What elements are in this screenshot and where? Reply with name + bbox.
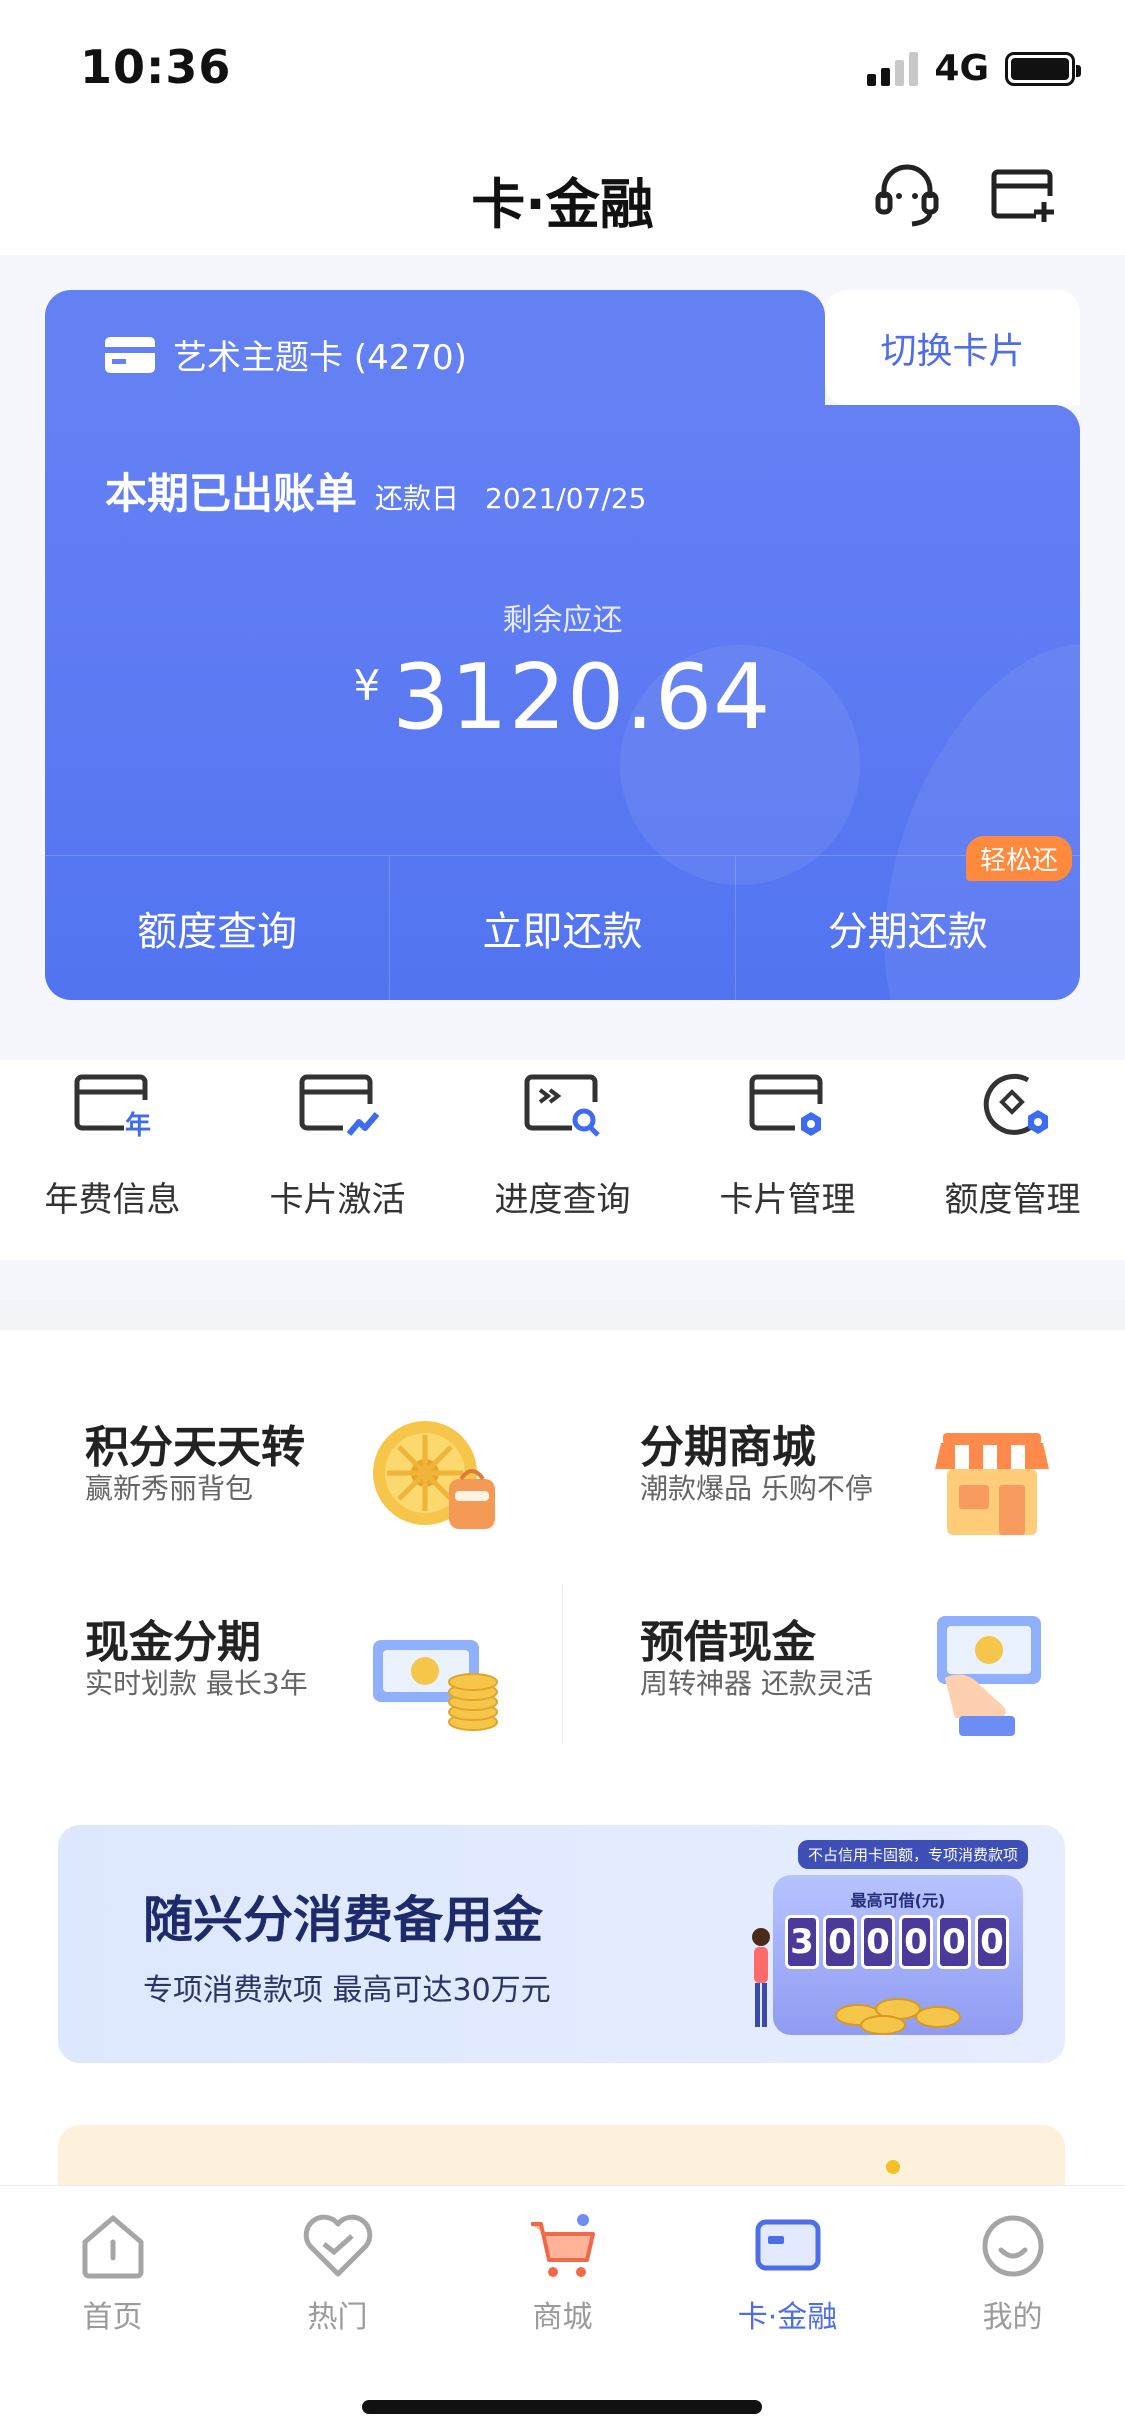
card-actions: 额度查询 立即还款 分期还款 轻松还: [45, 836, 1080, 1000]
quick-progress-query[interactable]: 进度查询: [450, 1060, 675, 1260]
home-icon: [82, 2215, 143, 2279]
card-tab: 艺术主题卡 (4270): [45, 290, 825, 420]
nav-bar: 卡·金融: [0, 130, 1125, 255]
quick-card-manage[interactable]: 卡片管理: [675, 1060, 900, 1260]
home-indicator: [362, 2400, 762, 2414]
heart-icon: [303, 2214, 372, 2277]
remaining-label: 剩余应还: [502, 603, 623, 638]
service-points-spin[interactable]: 积分天天转 赢新秀丽背包: [0, 1325, 562, 1529]
bill-summary: 本期已出账单 还款日 2021/07/25 剩余应还 ¥3120.64 额度查询…: [45, 405, 1080, 1000]
amount-value: 3120.64: [392, 645, 772, 750]
card-name: 艺术主题卡 (4270): [173, 338, 467, 378]
bill-header: 本期已出账单 还款日 2021/07/25: [105, 460, 646, 521]
card-selector[interactable]: 艺术主题卡 (4270): [105, 330, 467, 379]
hand-cash-icon: [937, 1616, 1041, 1736]
card-finance-icon: [755, 2219, 820, 2271]
tab-card-finance[interactable]: 卡·金融: [675, 2206, 900, 2336]
switch-card-button[interactable]: 切换卡片: [825, 290, 1080, 405]
add-card-icon[interactable]: [988, 160, 1058, 230]
limit-manage-icon: [983, 1073, 1048, 1135]
headset-icon[interactable]: [872, 160, 942, 230]
banner-title: 随兴分消费备用金: [143, 1891, 543, 1949]
quick-annual-fee[interactable]: 年 年费信息: [0, 1060, 225, 1260]
currency-symbol: ¥: [353, 661, 381, 710]
annual-fee-icon: 年: [74, 1074, 151, 1141]
tab-profile[interactable]: 我的: [900, 2206, 1125, 2336]
remaining-amount: ¥3120.64: [45, 645, 1080, 750]
bill-title: 本期已出账单: [105, 469, 358, 518]
card-activate-icon: [299, 1074, 379, 1136]
credit-card-icon: [105, 336, 155, 373]
coins-icon: [835, 1998, 961, 2035]
signal-icon: [867, 51, 919, 86]
due-label: 还款日: [375, 482, 460, 515]
cash-coins-icon: [373, 1640, 498, 1731]
repay-now-button[interactable]: 立即还款: [389, 856, 734, 1000]
quick-limit-manage[interactable]: 额度管理: [900, 1060, 1125, 1260]
services-divider: [562, 1585, 563, 1745]
quick-card-activate[interactable]: 卡片激活: [225, 1060, 450, 1260]
service-installment-mall[interactable]: 分期商城 潮款爆品 乐购不停: [555, 1325, 1117, 1535]
status-time: 10:36: [80, 40, 232, 94]
banner-subtitle: 专项消费款项 最高可达30万元: [143, 1973, 551, 2008]
limit-query-button[interactable]: 额度查询: [45, 856, 389, 1000]
tab-mall[interactable]: 商城: [450, 2206, 675, 2336]
due-date: 2021/07/25: [485, 482, 647, 515]
loan-machine-illustration: 不占信用卡固额，专项消费款项 最高可借(元) 3 0 0 0 0 0: [718, 1835, 1029, 2055]
quick-actions: 年 年费信息 卡片激活 进度查询 卡片管理 额度管理: [0, 1060, 1125, 1260]
progress-search-icon: [524, 1074, 600, 1137]
tab-home[interactable]: 首页: [0, 2206, 225, 2336]
card-manage-icon: [749, 1074, 822, 1136]
cart-icon: [530, 2214, 595, 2277]
digit-counter: 3 0 0 0 0 0: [785, 1915, 1009, 1969]
girl-figure-icon: [752, 1928, 770, 2027]
status-bar: 10:36 4G: [0, 0, 1125, 130]
easy-repay-badge: 轻松还: [965, 836, 1072, 881]
tab-bar: 首页 热门 商城 卡·金融 我的: [0, 2185, 1125, 2436]
service-cash-installment[interactable]: 现金分期 实时划款 最长3年: [0, 1520, 562, 1731]
svg-text:年: 年: [124, 1110, 150, 1141]
tab-hot[interactable]: 热门: [225, 2206, 450, 2336]
page-title: 卡·金融: [471, 173, 654, 236]
machine-label: 最高可借(元): [850, 1891, 946, 1910]
profile-icon: [982, 2215, 1043, 2277]
installment-repay-button[interactable]: 分期还款 轻松还: [734, 836, 1080, 1000]
network-type: 4G: [934, 48, 989, 89]
machine-tag: 不占信用卡固额，专项消费款项: [798, 1840, 1029, 1869]
credit-card-panel: 艺术主题卡 (4270) 切换卡片 本期已出账单 还款日 2021/07/25 …: [45, 290, 1080, 1000]
status-indicators: 4G: [867, 48, 1081, 89]
promo-banner[interactable]: 随兴分消费备用金 专项消费款项 最高可达30万元 不占信用卡固额，专项消费款项 …: [58, 1825, 1065, 2063]
service-cash-advance[interactable]: 预借现金 周转神器 还款灵活: [555, 1520, 1117, 1736]
battery-icon: [1005, 51, 1081, 86]
